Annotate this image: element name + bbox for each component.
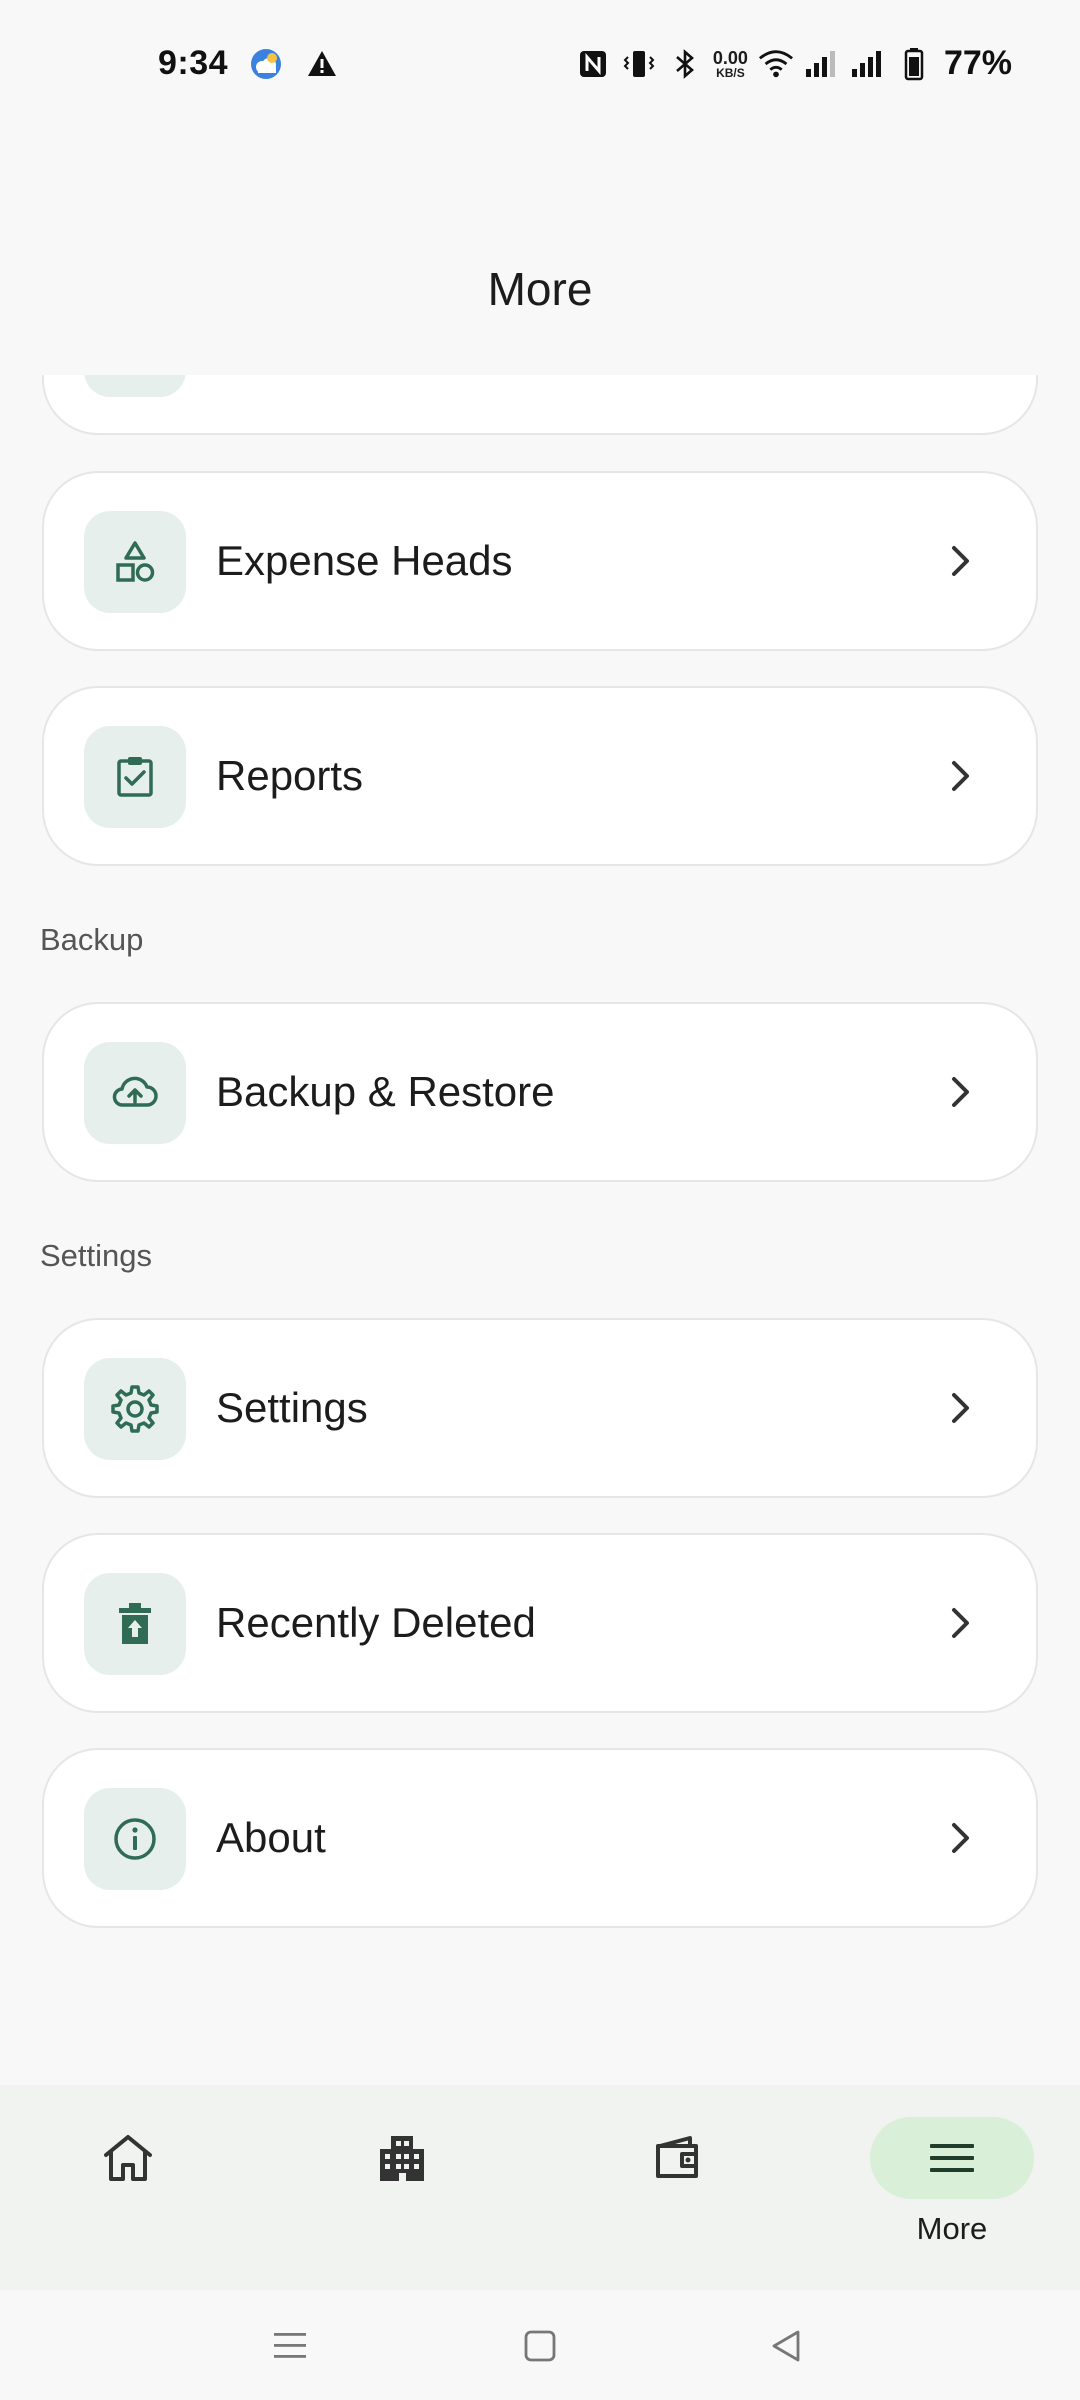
page-title: More [487,263,593,315]
section-label-backup: Backup [40,922,144,957]
system-nav-bar [0,2290,1080,2400]
chevron-right-icon [936,1068,984,1116]
menu-item-backup-restore[interactable]: Backup & Restore [42,1002,1038,1182]
menu-item-icon-box [84,726,186,828]
status-time: 9:34 [158,44,229,82]
menu-item-label: Reports [216,752,364,799]
battery-percent: 77% [943,44,1012,82]
network-speed: 0.00 KB/S [713,49,748,79]
chevron-right-icon [936,537,984,585]
home-button[interactable] [512,2318,568,2374]
menu-list[interactable]: Expense Heads Reports Backup Backup & Re… [0,375,1080,2085]
back-icon [772,2330,800,2362]
menu-item-icon-box [84,1788,186,1890]
chevron-right-icon [936,1814,984,1862]
clipboard-check-icon [117,757,153,797]
network-speed-unit: KB/S [716,65,745,80]
recents-icon [274,2333,306,2358]
back-button[interactable] [758,2318,814,2374]
menu-item-icon-box [84,1042,186,1144]
menu-item-settings[interactable]: Settings [42,1318,1038,1498]
trash-restore-icon [119,1603,151,1644]
menu-item-reports[interactable]: Reports [42,686,1038,866]
recents-button[interactable] [262,2318,318,2374]
gear-icon [111,1385,159,1433]
alert-icon [304,46,340,82]
menu-item-label: Settings [216,1384,368,1431]
home-icon [104,2135,152,2181]
nav-icon-wrap [46,2117,210,2199]
chevron-right-icon [936,1599,984,1647]
wifi-icon [758,46,794,82]
home-square-icon [524,2330,556,2362]
menu-icon [930,2144,974,2172]
vibrate-icon [621,46,657,82]
building-icon [380,2136,424,2181]
menu-item-label: Recently Deleted [216,1599,536,1646]
battery-icon [896,46,932,82]
chevron-right-icon [936,752,984,800]
signal-icon [850,46,886,82]
screen: 9:34 0.00 KB/S 77% More Expense Heads Re… [0,0,1080,2400]
wallet-icon [656,2136,698,2178]
menu-item-icon-box [84,511,186,613]
cloud-upload-icon [112,1076,158,1107]
menu-item-label: Backup & Restore [216,1068,555,1115]
status-left: 9:34 [158,44,340,83]
menu-item-icon-box [84,1573,186,1675]
status-bar: 9:34 0.00 KB/S 77% [0,0,1080,120]
menu-item-recently-deleted[interactable]: Recently Deleted [42,1533,1038,1713]
chevron-right-icon [936,1384,984,1432]
bottom-nav: More [0,2085,1080,2290]
info-icon [114,1818,156,1860]
menu-item-about[interactable]: About [42,1748,1038,1928]
menu-item-label: About [216,1814,326,1861]
nav-item-buildings[interactable] [302,2085,502,2290]
weather-icon [248,46,284,82]
bluetooth-icon [667,46,703,82]
section-label-settings: Settings [40,1238,153,1273]
network-speed-value: 0.00 [712,47,748,68]
nav-icon-wrap [320,2117,484,2199]
shapes-icon [116,541,155,582]
nav-item-label: More [916,2211,988,2246]
nav-item-home[interactable] [28,2085,228,2290]
menu-item-icon-box [84,375,186,397]
menu-item-expense-heads[interactable]: Expense Heads [42,471,1038,651]
menu-item-label: Expense Heads [216,537,513,584]
nav-item-wallet[interactable] [578,2085,778,2290]
menu-item-icon-box [84,1358,186,1460]
signal-icon [804,46,840,82]
menu-item-partial[interactable] [42,375,1038,435]
nav-item-more[interactable]: More [852,2085,1052,2290]
nfc-icon [575,46,611,82]
status-right: 0.00 KB/S 77% [575,44,1012,83]
nav-icon-wrap [870,2117,1034,2199]
nav-icon-wrap [596,2117,760,2199]
